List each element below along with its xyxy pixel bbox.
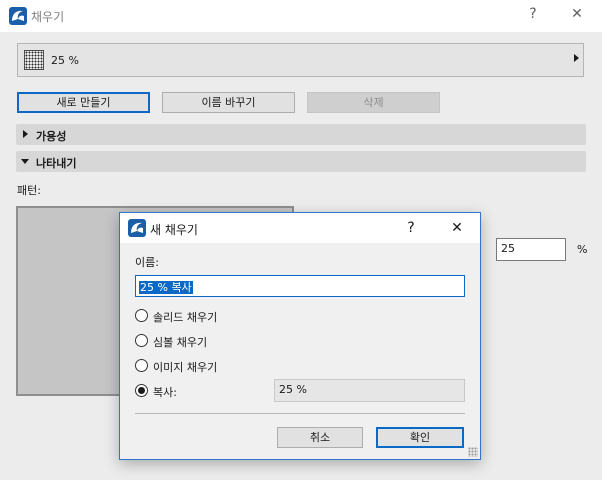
close-button[interactable]: ✕: [562, 0, 592, 30]
radio-copy[interactable]: [135, 384, 148, 397]
fill-selector[interactable]: 25 %: [17, 43, 584, 77]
cancel-button[interactable]: 취소: [277, 427, 363, 448]
fill-selector-value: 25 %: [51, 54, 79, 67]
copy-source-field: 25 %: [274, 379, 465, 402]
dialog-close-button[interactable]: ✕: [442, 214, 472, 242]
chevron-down-icon: [21, 159, 29, 164]
radio-symbol-fill[interactable]: [135, 334, 148, 347]
radio-symbol-fill-label[interactable]: 심볼 채우기: [153, 334, 207, 350]
dialog-divider: [135, 413, 465, 414]
radio-image-fill-label[interactable]: 이미지 채우기: [153, 359, 217, 375]
section-appearance[interactable]: 나타내기: [16, 151, 586, 172]
percent-unit: %: [577, 243, 588, 256]
app-icon: [9, 7, 27, 25]
chevron-right-icon: [23, 130, 28, 138]
resize-grip-icon[interactable]: [468, 447, 478, 457]
name-input[interactable]: 25 % 복사: [135, 275, 465, 297]
ok-button[interactable]: 확인: [376, 427, 464, 448]
section-availability-label: 가용성: [36, 130, 67, 143]
radio-solid-fill[interactable]: [135, 309, 148, 322]
name-label: 이름:: [135, 256, 159, 269]
help-button[interactable]: ?: [518, 0, 548, 30]
new-button[interactable]: 새로 만들기: [17, 92, 150, 113]
percent-input[interactable]: 25: [496, 238, 566, 261]
rename-button[interactable]: 이름 바꾸기: [162, 92, 295, 113]
dialog-title: 새 채우기: [150, 223, 198, 237]
new-fill-dialog: 새 채우기 ? ✕ 이름: 25 % 복사 솔리드 채우기 심볼 채우기 이미지…: [119, 212, 481, 460]
window-title: 채우기: [31, 10, 65, 24]
name-input-value: 25 % 복사: [139, 281, 193, 294]
section-appearance-label: 나타내기: [36, 157, 77, 170]
delete-button[interactable]: 삭제: [307, 92, 440, 113]
dialog-help-button[interactable]: ?: [396, 214, 426, 242]
chevron-right-icon: [574, 54, 579, 62]
radio-copy-label[interactable]: 복사:: [153, 384, 177, 400]
radio-solid-fill-label[interactable]: 솔리드 채우기: [153, 309, 217, 325]
window-titlebar: 채우기 ? ✕: [0, 0, 602, 32]
pattern-label: 패턴:: [17, 184, 41, 197]
pattern-swatch: [24, 50, 44, 70]
radio-image-fill[interactable]: [135, 359, 148, 372]
dialog-titlebar: 새 채우기 ? ✕: [120, 213, 480, 243]
section-availability[interactable]: 가용성: [16, 124, 586, 145]
app-icon: [128, 219, 146, 237]
